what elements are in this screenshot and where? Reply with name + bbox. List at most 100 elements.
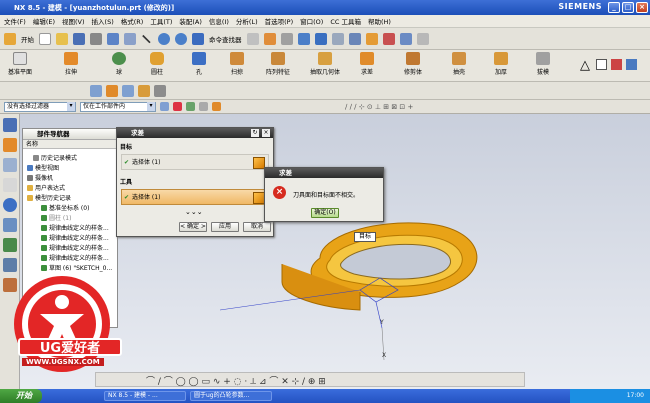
error-ok-button[interactable]: 确定(O) — [311, 208, 339, 218]
sketch-fit-icon[interactable] — [626, 59, 637, 70]
datum-plane-tool[interactable]: 基准平面 — [8, 52, 32, 76]
reset-icon[interactable]: ↻ — [251, 129, 259, 137]
task-nx-window[interactable]: NX 8.5 - 建模 - ... — [104, 391, 186, 401]
menu-info[interactable]: 信息(I) — [209, 16, 229, 26]
tool-select-body[interactable]: ✔ 选择体 (1) — [121, 189, 269, 205]
orient-view-icon[interactable] — [297, 32, 310, 45]
tree-item-law-curve-2[interactable]: 规律曲线定义的样条... — [41, 233, 109, 242]
menu-window[interactable]: 窗口(O) — [300, 16, 323, 26]
sketch-curve-tools-icon[interactable]: ⌒ ∕ ⌒ ◯ ◯ ▭ ∿ + ◌ · ⟂ ⊿ ⌒ ✕ ⊹ ∕ ⊕ ⊞ — [146, 374, 326, 387]
history-icon[interactable] — [3, 218, 17, 232]
tree-item-history-mode[interactable]: 历史记录模式 — [33, 153, 77, 162]
tree-item-law-curve-1[interactable]: 规律曲线定义的样条... — [41, 223, 109, 232]
scope-filter-select[interactable]: 仅在工作部件内 — [80, 101, 156, 112]
measure-icon[interactable] — [382, 32, 395, 45]
menu-help[interactable]: 帮助(H) — [368, 16, 391, 26]
delete-icon[interactable] — [142, 34, 151, 44]
curve-select-icon[interactable] — [154, 85, 166, 97]
wcs-icon[interactable] — [365, 32, 378, 45]
snap-icon[interactable] — [263, 32, 276, 45]
maximize-button[interactable]: □ — [622, 2, 634, 13]
cancel-button[interactable]: 取消 — [243, 222, 271, 232]
hd3d-tools-icon[interactable] — [3, 178, 17, 192]
extract-geometry-tool[interactable]: 抽取几何体 — [310, 52, 340, 76]
snap-line-tools-icon[interactable]: ∕ ∕ ∕ ⊹ ⊙ ⊥ ⊞ ⊠ ⊡ + — [345, 103, 413, 111]
tree-item-cylinder[interactable]: 圆柱 (1) — [41, 213, 71, 222]
more-tools-icon[interactable] — [416, 32, 429, 45]
select-icon[interactable] — [246, 32, 259, 45]
shell-tool[interactable]: 抽壳 — [452, 52, 466, 76]
render-style-icon[interactable] — [314, 32, 327, 45]
sketch-tools-icon[interactable] — [611, 59, 622, 70]
tree-item-law-curve-4[interactable]: 规律曲线定义的样条... — [41, 253, 109, 262]
menu-edit[interactable]: 编辑(E) — [33, 16, 55, 26]
move-object-icon[interactable] — [399, 32, 412, 45]
snap-point-icon[interactable] — [90, 85, 102, 97]
sphere-tool[interactable]: 球 — [112, 52, 126, 76]
checkbox-icon[interactable] — [41, 245, 47, 251]
system-materials-icon[interactable] — [3, 238, 17, 252]
extrude-tool[interactable]: 拉伸 — [64, 52, 78, 76]
checkbox-icon[interactable] — [41, 255, 47, 261]
checkbox-icon[interactable] — [41, 235, 47, 241]
pattern-feature-tool[interactable]: 阵列特征 — [266, 52, 290, 76]
new-file-icon[interactable] — [39, 32, 51, 45]
edge-select-icon[interactable] — [106, 85, 118, 97]
redo-icon[interactable] — [175, 32, 187, 45]
part-navigator-icon[interactable] — [3, 138, 17, 152]
task-browser-window[interactable]: 圆于ug的凸轮参数... — [190, 391, 272, 401]
subtract-tool[interactable]: 求差 — [360, 52, 374, 76]
dialog-close-icon[interactable]: × — [262, 129, 270, 137]
copy-icon[interactable] — [107, 32, 119, 45]
command-finder-icon[interactable] — [192, 32, 204, 45]
close-button[interactable]: × — [636, 2, 648, 13]
undo-icon[interactable] — [158, 32, 170, 45]
sketch-triangle-icon[interactable]: △ — [580, 58, 590, 73]
expand-more-icon[interactable]: ⌄⌄⌄ — [185, 208, 203, 216]
snap-point-on-curve-icon[interactable] — [212, 102, 221, 111]
assembly-navigator-icon[interactable] — [3, 118, 17, 132]
work-layer-icon[interactable] — [331, 32, 344, 45]
fit-view-icon[interactable] — [280, 32, 293, 45]
menu-cc-toolbox[interactable]: CC 工具箱 — [330, 16, 361, 26]
tree-item-law-curve-3[interactable]: 规律曲线定义的样条... — [41, 243, 109, 252]
start-button[interactable]: 开始 — [0, 389, 42, 403]
tree-item-user-expressions[interactable]: 用户表达式 — [27, 183, 65, 192]
checkbox-icon[interactable] — [41, 225, 47, 231]
paste-icon[interactable] — [124, 32, 136, 45]
ok-button[interactable]: < 确定 > — [179, 222, 207, 232]
snap-end-icon[interactable] — [173, 102, 182, 111]
trim-body-tool[interactable]: 修剪体 — [404, 52, 422, 76]
layer-settings-icon[interactable] — [348, 32, 361, 45]
body-select-icon[interactable] — [138, 85, 150, 97]
apply-button[interactable]: 应用 — [211, 222, 239, 232]
sketch-rectangle-icon[interactable] — [596, 59, 607, 70]
menu-tools[interactable]: 工具(T) — [150, 16, 172, 26]
menu-view[interactable]: 视图(V) — [62, 16, 85, 26]
reuse-library-icon[interactable] — [3, 158, 17, 172]
start-icon[interactable] — [4, 32, 16, 45]
menu-preferences[interactable]: 首选项(P) — [265, 16, 294, 26]
sweep-tool[interactable]: 扫掠 — [230, 52, 244, 76]
menu-file[interactable]: 文件(F) — [4, 16, 26, 26]
tree-item-model-views[interactable]: 模型视图 — [27, 163, 59, 172]
checkbox-icon[interactable] — [41, 215, 47, 221]
tree-item-cameras[interactable]: 摄像机 — [27, 173, 53, 182]
filter-options-icon[interactable] — [160, 102, 169, 111]
minimize-button[interactable]: _ — [608, 2, 620, 13]
tree-item-datum-csys[interactable]: 基准坐标系 (0) — [41, 203, 89, 212]
tree-item-model-history[interactable]: 模型历史记录 — [27, 193, 71, 202]
command-finder-button[interactable]: 命令查找器 — [209, 34, 242, 44]
cylinder-tool[interactable]: 圆柱 — [150, 52, 164, 76]
menu-analysis[interactable]: 分析(L) — [236, 16, 258, 26]
snap-mid-icon[interactable] — [186, 102, 195, 111]
start-menu-button[interactable]: 开始 — [21, 34, 34, 44]
save-icon[interactable] — [73, 32, 85, 45]
name-column-header[interactable]: 名称 — [23, 140, 117, 149]
menu-format[interactable]: 格式(R) — [121, 16, 144, 26]
web-browser-icon[interactable] — [3, 198, 17, 212]
snap-center-icon[interactable] — [199, 102, 208, 111]
face-select-icon[interactable] — [122, 85, 134, 97]
cut-icon[interactable] — [90, 32, 102, 45]
checkbox-icon[interactable] — [41, 205, 47, 211]
